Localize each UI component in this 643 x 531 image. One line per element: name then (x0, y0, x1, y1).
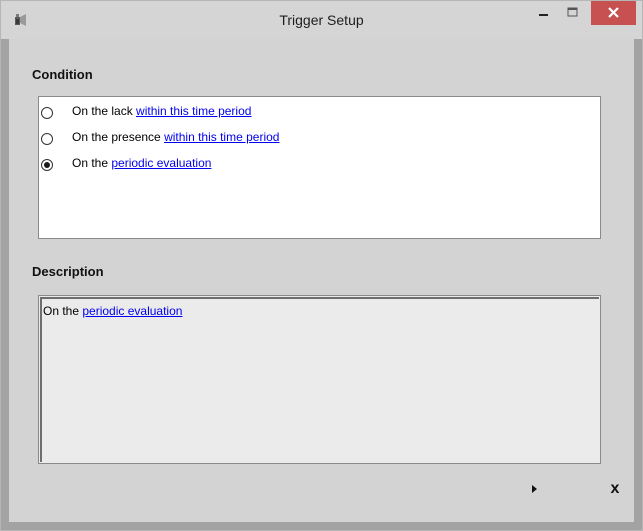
trigger-setup-window: Trigger Setup Condition On the lack with… (0, 0, 643, 531)
option-text: On the lack within this time period (72, 104, 251, 118)
condition-list: On the lack within this time period On t… (38, 96, 601, 239)
condition-option-presence[interactable]: On the presence within this time period (39, 127, 279, 147)
next-button[interactable] (527, 479, 541, 499)
close-window-button[interactable] (591, 1, 636, 25)
minimize-button[interactable] (529, 1, 559, 25)
option-text: On the presence within this time period (72, 130, 279, 144)
cancel-button[interactable]: x (607, 479, 623, 499)
time-period-link[interactable]: within this time period (164, 130, 279, 144)
dialog-body: Condition On the lack within this time p… (9, 39, 634, 522)
maximize-button[interactable] (559, 1, 586, 25)
radio-periodic[interactable] (41, 159, 53, 171)
description-inner: On the periodic evaluation (40, 297, 599, 462)
radio-lack[interactable] (41, 107, 53, 119)
option-prefix: On the lack (72, 104, 133, 118)
description-periodic-evaluation-link[interactable]: periodic evaluation (82, 304, 182, 318)
description-heading: Description (32, 264, 104, 279)
condition-option-lack[interactable]: On the lack within this time period (39, 101, 251, 121)
option-prefix: On the (72, 156, 109, 170)
option-text: On the periodic evaluation (72, 156, 211, 170)
play-arrow-icon (527, 485, 541, 502)
description-prefix: On the (43, 304, 80, 318)
time-period-link[interactable]: within this time period (136, 104, 251, 118)
radio-presence[interactable] (41, 133, 53, 145)
option-prefix: On the presence (72, 130, 161, 144)
periodic-evaluation-link[interactable]: periodic evaluation (111, 156, 211, 170)
condition-heading: Condition (32, 67, 93, 82)
title-bar[interactable]: Trigger Setup (1, 1, 642, 39)
description-text: On the periodic evaluation (43, 304, 182, 318)
condition-option-periodic[interactable]: On the periodic evaluation (39, 153, 211, 173)
description-box: On the periodic evaluation (38, 295, 601, 464)
